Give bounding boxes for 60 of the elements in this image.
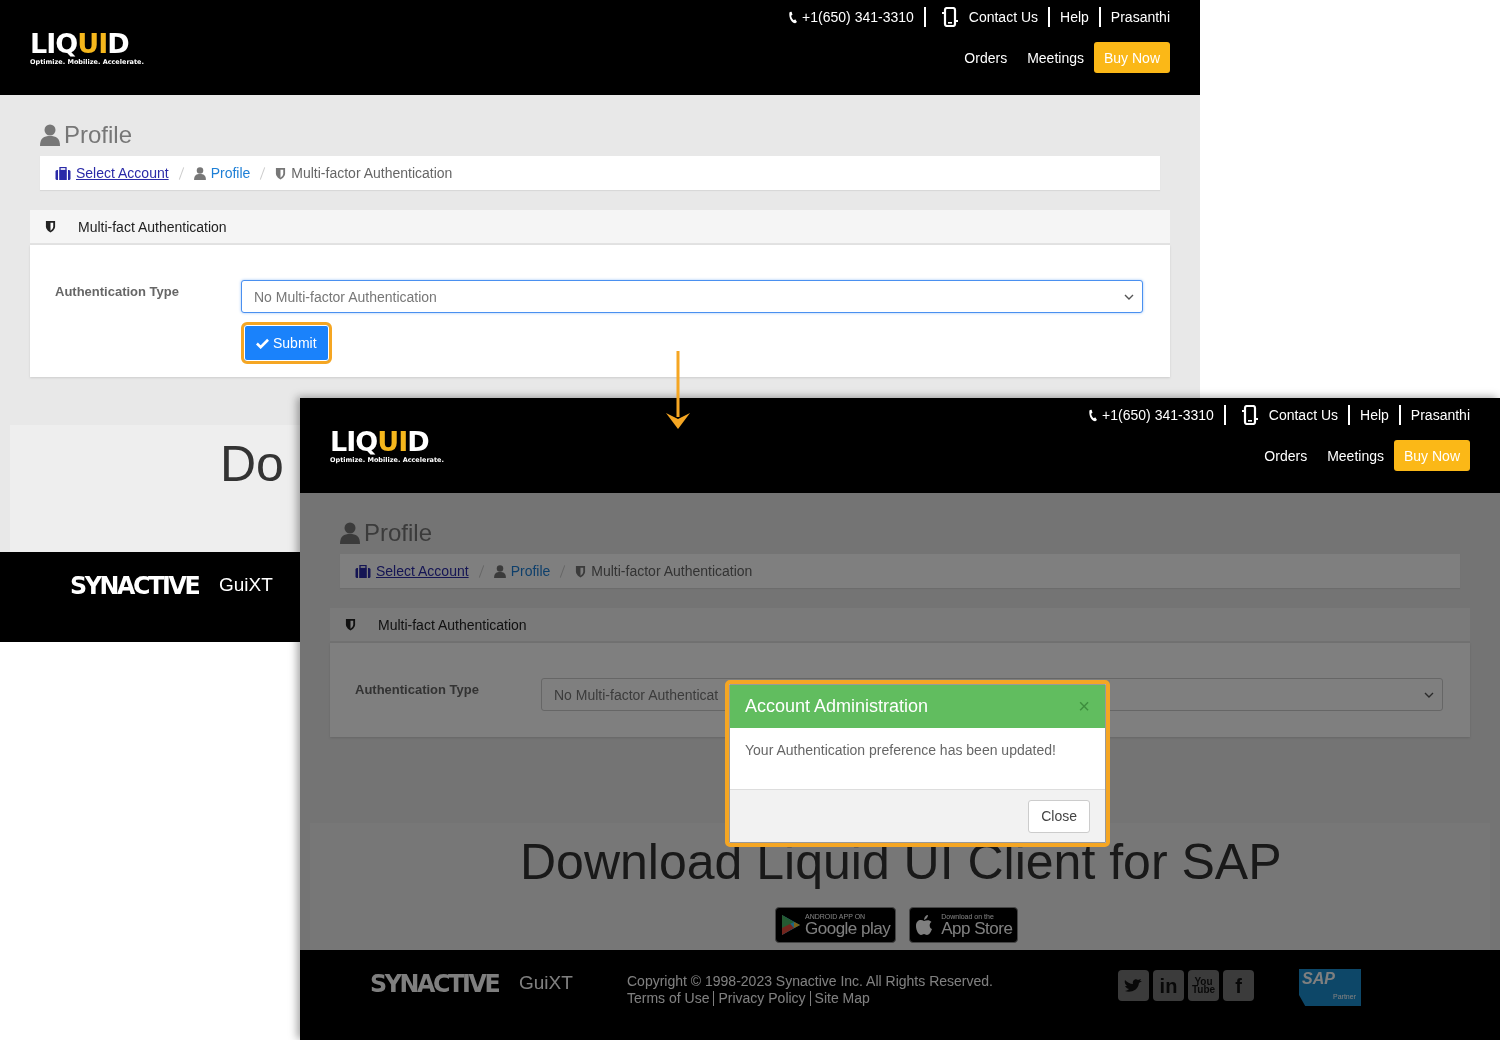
mobile-icon bbox=[1240, 405, 1259, 425]
submit-button[interactable]: Submit bbox=[241, 322, 332, 364]
product-logo: GuiXT bbox=[219, 574, 273, 596]
footer-link[interactable]: Privacy Policy bbox=[713, 991, 810, 1006]
panel-title: Multi-fact Authentication bbox=[378, 616, 527, 633]
header-link[interactable]: Help bbox=[1350, 405, 1401, 425]
person-icon bbox=[340, 522, 360, 544]
person-icon bbox=[40, 124, 60, 146]
logo-wordmark: LIQUID bbox=[30, 30, 130, 58]
download-title: Do bbox=[220, 439, 284, 489]
shield-icon bbox=[275, 166, 287, 180]
mobile-icon bbox=[940, 7, 959, 27]
panel-title: Multi-fact Authentication bbox=[78, 218, 227, 235]
breadcrumb-link[interactable]: Select Account bbox=[355, 563, 469, 579]
bird-icon bbox=[1123, 977, 1144, 994]
person-icon bbox=[493, 564, 506, 578]
brand-logo: SYNACTIVE bbox=[70, 570, 199, 600]
copyright-text: Copyright © 1998-2023 Synactive Inc. All Rights Reserved. bbox=[627, 972, 994, 991]
person-icon bbox=[193, 166, 206, 180]
check-icon bbox=[256, 337, 269, 349]
footer-link[interactable]: Site Map bbox=[809, 991, 874, 1006]
briefcase-icon bbox=[55, 166, 71, 180]
phone-icon bbox=[788, 10, 798, 24]
contact-link[interactable]: Contact Us bbox=[925, 7, 1051, 27]
header-link[interactable]: Help bbox=[1050, 7, 1101, 27]
phone-icon bbox=[1088, 408, 1098, 422]
phone-link[interactable]: +1(650) 341-3310 bbox=[1078, 405, 1226, 425]
close-button[interactable]: Close bbox=[1028, 799, 1090, 833]
nav-link[interactable]: Meetings bbox=[1327, 447, 1384, 464]
play-triangle-icon bbox=[781, 914, 801, 936]
page-title: Profile bbox=[64, 121, 133, 149]
phone-link[interactable]: +1(650) 341-3310 bbox=[778, 7, 926, 27]
nav-link[interactable]: Orders bbox=[964, 49, 1008, 66]
social-link[interactable] bbox=[1118, 970, 1149, 1001]
breadcrumb-current: Multi-factor Authentication bbox=[575, 563, 753, 579]
chevron-down-icon bbox=[1124, 293, 1134, 300]
breadcrumb-link[interactable]: Profile bbox=[193, 165, 251, 181]
nav-link[interactable]: Orders bbox=[1264, 447, 1308, 464]
page-title: Profile bbox=[364, 519, 433, 547]
shield-icon bbox=[345, 618, 356, 631]
contact-link[interactable]: Contact Us bbox=[1225, 405, 1351, 425]
field-label: Authentication Type bbox=[355, 681, 480, 699]
footer-link[interactable]: Terms of Use bbox=[627, 991, 714, 1006]
shield-icon bbox=[45, 220, 56, 233]
breadcrumb-link[interactable]: Select Account bbox=[55, 165, 169, 181]
dialog-message: Your Authentication preference has been updated! bbox=[745, 742, 1056, 758]
dialog-title: Account Administration bbox=[745, 696, 929, 717]
product-logo: GuiXT bbox=[519, 972, 573, 994]
nav-link[interactable]: Meetings bbox=[1027, 49, 1084, 66]
brand-logo: SYNACTIVE bbox=[370, 968, 499, 998]
shield-icon bbox=[575, 564, 587, 578]
logo-wordmark: LIQUID bbox=[330, 428, 430, 456]
header-link[interactable]: Prasanthi bbox=[1100, 7, 1170, 27]
select-field[interactable]: No Multi-factor Authentication bbox=[241, 280, 1143, 313]
apple-icon bbox=[915, 914, 934, 936]
chevron-down-icon bbox=[1424, 691, 1434, 698]
header-link[interactable]: Prasanthi bbox=[1400, 405, 1470, 425]
field-label: Authentication Type bbox=[55, 283, 180, 301]
briefcase-icon bbox=[355, 564, 371, 578]
breadcrumb-current: Multi-factor Authentication bbox=[275, 165, 453, 181]
